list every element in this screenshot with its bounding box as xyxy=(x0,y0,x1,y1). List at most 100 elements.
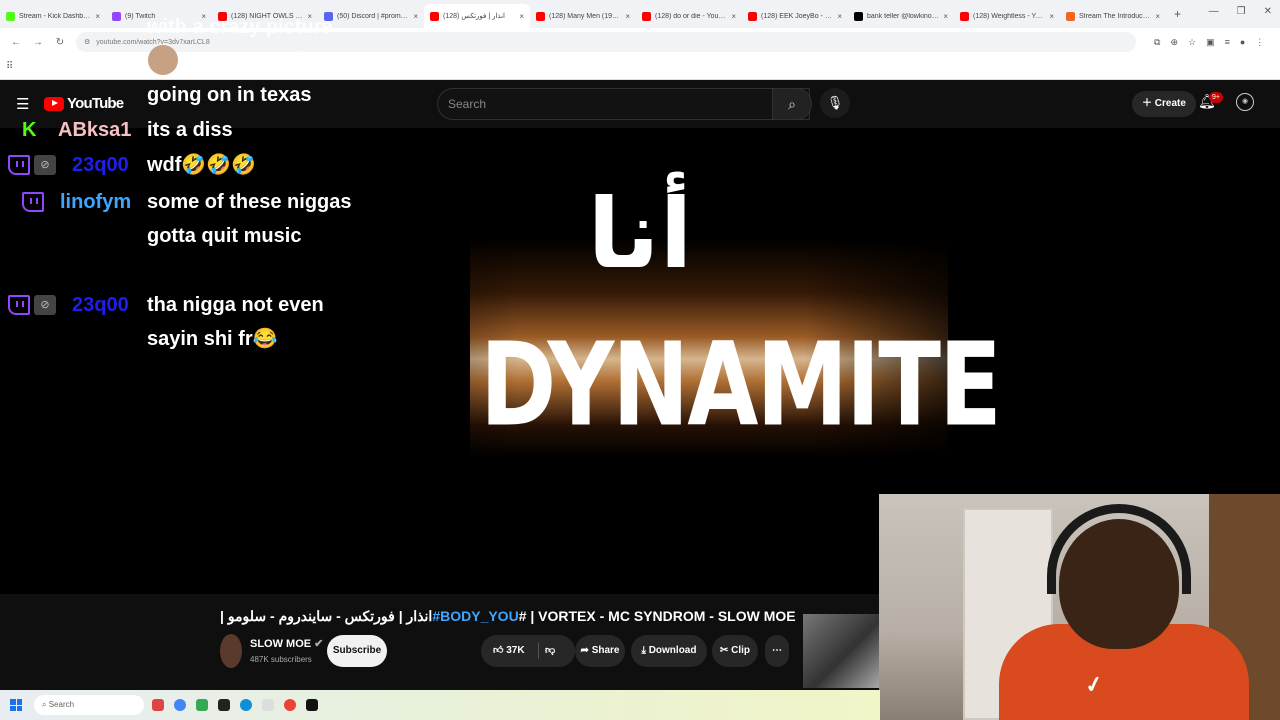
taskbar-app-icon[interactable] xyxy=(306,699,318,711)
tab-title: bank teller @lowkino @lle xyxy=(867,12,939,20)
tab-favicon-icon xyxy=(1066,11,1075,21)
video-dynamite-title: DYNAMITE xyxy=(480,318,1002,452)
browser-tab[interactable]: (128) Many Men (1980s Gu× xyxy=(530,4,636,28)
browser-tab[interactable]: (128) Weightless - YouTub × xyxy=(954,4,1060,28)
browser-tab[interactable]: bank teller @lowkino @lle × xyxy=(848,4,954,28)
thumbs-up-icon: 👍︎ xyxy=(493,645,507,656)
share-icon: ➦ xyxy=(580,645,592,656)
close-icon[interactable]: ✕ xyxy=(1264,6,1272,17)
tab-title: (128) Weightless - YouTub xyxy=(973,12,1045,20)
window-controls: — ❐ ✕ xyxy=(1209,6,1272,17)
download-button[interactable]: ⤓ Download xyxy=(631,635,707,667)
extensions-icon[interactable]: ≡ xyxy=(1225,37,1230,48)
divider xyxy=(538,643,539,659)
file-icon[interactable] xyxy=(262,699,274,711)
download-label: Download xyxy=(648,645,697,656)
tab-close-icon[interactable]: × xyxy=(413,12,418,21)
taskbar-app-icon[interactable] xyxy=(218,699,230,711)
taskbar-app-icon[interactable] xyxy=(152,699,164,711)
browser-tab[interactable]: Stream The Introduction b× xyxy=(1060,4,1166,28)
account-avatar[interactable]: ◉ xyxy=(1236,93,1254,111)
video-hashtag-link[interactable]: #BODY_YOU xyxy=(432,608,518,624)
tab-close-icon[interactable]: × xyxy=(1049,12,1054,21)
video-title-arabic: | انذار | فورتكس - سايندروم - سلومو xyxy=(220,608,433,624)
streamer-avatar xyxy=(148,45,178,75)
tab-close-icon[interactable]: × xyxy=(943,12,948,21)
voice-search-button[interactable]: 🎙︎ xyxy=(820,88,850,118)
tab-close-icon[interactable]: × xyxy=(625,12,630,21)
taskbar-app-icon[interactable] xyxy=(196,699,208,711)
new-tab-icon[interactable]: + xyxy=(1166,7,1189,21)
clip-button[interactable]: ✂ Clip xyxy=(712,635,758,667)
create-button[interactable]: ＋ Create xyxy=(1132,91,1196,117)
taskbar-search-input[interactable]: ⌕ Search xyxy=(34,695,144,715)
share-button[interactable]: ➦ Share xyxy=(575,635,625,667)
scissors-icon: ✂ xyxy=(719,645,732,656)
taskbar-app-icons xyxy=(152,699,318,711)
video-arabic-title: أنا xyxy=(587,178,693,290)
search-input[interactable]: Search xyxy=(437,88,810,120)
chat-message-text: wdf🤣🤣🤣 xyxy=(147,154,257,176)
more-actions-button[interactable]: ⋯ xyxy=(765,635,789,667)
tab-close-icon[interactable]: × xyxy=(519,12,524,21)
zoom-icon[interactable]: ⊕ xyxy=(1170,37,1178,48)
screen: Stream - Kick Dashboard × (9) Twitch × (128)… xyxy=(0,0,1280,720)
tab-close-icon[interactable]: × xyxy=(1155,12,1160,21)
chat-username: ABksa1 xyxy=(58,119,132,141)
tab-favicon-icon xyxy=(854,11,863,21)
browser-tab[interactable]: (128) EEK JoeyBo - 2100 G × xyxy=(742,4,848,28)
plus-icon: ＋ xyxy=(1142,98,1155,109)
cast-icon[interactable]: ⧉ xyxy=(1154,37,1160,48)
video-title-english: # | VORTEX - MC SYNDROM - SLOW MOE xyxy=(518,608,796,624)
video-info-bar: | انذار | فورتكس - سايندروم - سلومو#BODY… xyxy=(0,594,880,690)
profile-icon[interactable]: ● xyxy=(1240,37,1245,48)
browser-tab[interactable]: (128) do or die - YouTube × xyxy=(636,4,742,28)
sidebar-icon[interactable]: ▣ xyxy=(1206,37,1215,48)
kick-badge-icon: K xyxy=(22,119,37,141)
tab-favicon-icon xyxy=(536,11,545,21)
recommended-video-thumbnail[interactable] xyxy=(803,614,880,688)
menu-dots-icon[interactable]: ⋮ xyxy=(1255,37,1264,48)
tab-favicon-icon xyxy=(642,11,651,21)
like-button[interactable]: 👍︎ 37K xyxy=(493,635,525,667)
subscribe-button[interactable]: Subscribe xyxy=(327,635,387,667)
tab-close-icon[interactable]: × xyxy=(731,12,736,21)
create-label: Create xyxy=(1154,98,1186,109)
hidden-eye-icon: ⊘ xyxy=(34,295,56,315)
like-count: 37K xyxy=(506,645,525,656)
chat-message-text: going on in texas xyxy=(147,84,312,106)
channel-name-text: SLOW MOE xyxy=(250,638,312,650)
tab-title: Stream The Introduction b xyxy=(1079,12,1152,20)
chat-username: 23q00 xyxy=(72,154,129,176)
channel-name[interactable]: SLOW MOE ✔ xyxy=(250,637,323,650)
download-icon: ⤓ xyxy=(641,645,649,656)
thumbs-down-icon: 👎︎ xyxy=(545,645,556,656)
edge-icon[interactable] xyxy=(240,699,252,711)
share-label: Share xyxy=(591,645,620,656)
twitch-badge-icon xyxy=(22,192,44,212)
windows-start-icon[interactable] xyxy=(10,699,22,711)
browser-tab[interactable]: انذار | فورتكس (128) × xyxy=(424,4,530,28)
notification-count-badge: 9+ xyxy=(1209,92,1223,103)
chrome-icon[interactable] xyxy=(174,699,186,711)
chrome-icon[interactable] xyxy=(284,699,296,711)
tab-title: انذار | فورتكس (128) xyxy=(443,13,505,20)
chat-message-text: tha nigga not even sayin shi fr😂 xyxy=(147,294,324,350)
taskbar-search-label: Search xyxy=(48,700,75,709)
headset xyxy=(1047,504,1191,594)
stream-chat-overlay: with a crazy picture what the helly goin… xyxy=(0,0,360,350)
chat-message-text: some of these niggas gotta quit music xyxy=(147,191,352,247)
dislike-button[interactable]: 👎︎ xyxy=(545,635,555,667)
search-icon: ⌕ xyxy=(42,700,49,709)
bookmark-star-icon[interactable]: ☆ xyxy=(1188,37,1196,48)
subscriber-count: 487K subscribers xyxy=(250,655,312,664)
maximize-icon[interactable]: ❐ xyxy=(1237,6,1246,17)
search-button[interactable]: ⌕ xyxy=(772,88,812,120)
channel-avatar[interactable] xyxy=(220,634,242,668)
twitch-badge-icon xyxy=(8,295,30,315)
tab-favicon-icon xyxy=(748,11,757,21)
microphone-icon: 🎙︎ xyxy=(826,95,844,110)
minimize-icon[interactable]: — xyxy=(1209,6,1219,17)
chat-message-text: its a diss xyxy=(147,119,233,141)
tab-close-icon[interactable]: × xyxy=(837,12,842,21)
